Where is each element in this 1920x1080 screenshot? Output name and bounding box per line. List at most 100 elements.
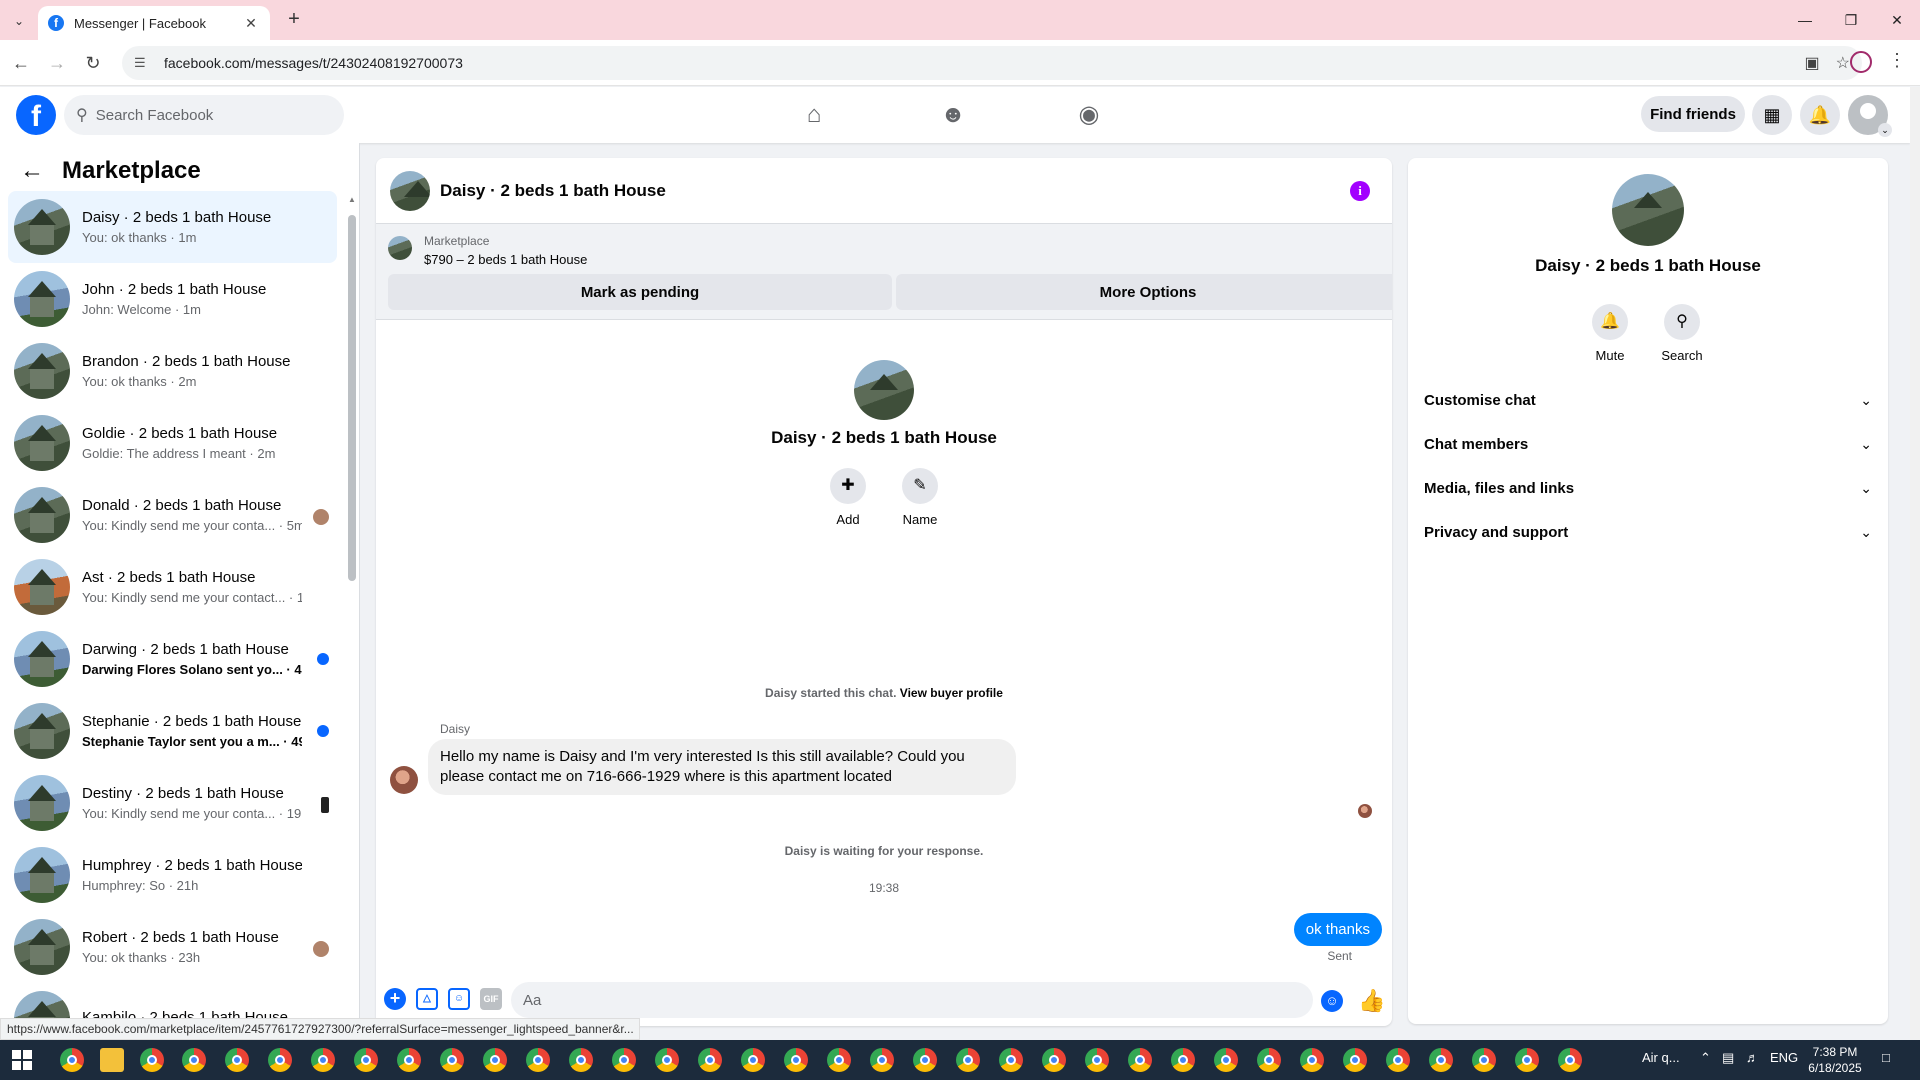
new-tab-plus-icon[interactable]: + <box>282 8 306 32</box>
list-item[interactable]: Daisy · 2 beds 1 bath House You: ok thank… <box>8 191 337 263</box>
tray-chevron-icon[interactable]: ⌃ <box>1700 1050 1711 1066</box>
chrome-icon[interactable] <box>1171 1048 1195 1072</box>
address-bar[interactable]: ☰ facebook.com/messages/t/24302408192700… <box>122 46 1862 80</box>
window-close-icon[interactable]: ✕ <box>1874 0 1920 40</box>
conversation-info-icon[interactable]: i <box>1350 181 1370 201</box>
info-name[interactable]: Daisy · 2 beds 1 bath House <box>1408 256 1888 276</box>
incoming-message[interactable]: Hello my name is Daisy and I'm very inte… <box>428 739 1016 795</box>
facebook-logo-icon[interactable]: f <box>16 95 56 135</box>
more-options-button[interactable]: More Options <box>896 274 1392 310</box>
url-text[interactable]: facebook.com/messages/t/2430240819270007… <box>164 55 1789 71</box>
weather-widget[interactable]: Air q... <box>1642 1050 1680 1065</box>
scroll-up-icon[interactable]: ▲ <box>348 195 356 204</box>
accordion-privacy-support[interactable]: Privacy and support ⌄ <box>1424 512 1880 552</box>
list-item[interactable]: John · 2 beds 1 bath House John: Welcome … <box>8 263 337 335</box>
list-item[interactable]: Robert · 2 beds 1 bath House You: ok than… <box>8 911 337 983</box>
home-icon[interactable]: ⌂ <box>794 97 834 133</box>
back-arrow-icon[interactable]: ← <box>20 157 44 185</box>
list-item[interactable]: Brandon · 2 beds 1 bath House You: ok tha… <box>8 335 337 407</box>
groups-icon[interactable]: ◉ <box>1069 97 1109 133</box>
chrome-icon[interactable] <box>569 1048 593 1072</box>
more-actions-plus-icon[interactable]: + <box>384 988 406 1010</box>
reload-icon[interactable]: ↻ <box>80 50 106 76</box>
chrome-icon[interactable] <box>1128 1048 1152 1072</box>
chrome-icon[interactable] <box>440 1048 464 1072</box>
thumbs-up-icon[interactable]: 👍 <box>1358 988 1385 1014</box>
list-item[interactable]: Humphrey · 2 beds 1 bath House Humphrey: … <box>8 839 337 911</box>
chrome-icon[interactable] <box>784 1048 808 1072</box>
listing-thumbnail[interactable] <box>388 236 412 260</box>
network-icon[interactable]: ▤ <box>1722 1050 1734 1066</box>
gif-icon[interactable]: GIF <box>480 988 502 1010</box>
file-explorer-icon[interactable] <box>100 1048 124 1072</box>
chrome-icon[interactable] <box>1257 1048 1281 1072</box>
chrome-icon[interactable] <box>60 1048 84 1072</box>
chrome-icon[interactable] <box>526 1048 550 1072</box>
chrome-icon[interactable] <box>612 1048 636 1072</box>
mark-as-pending-button[interactable]: Mark as pending <box>388 274 892 310</box>
account-chevron-icon[interactable]: ⌄ <box>1878 123 1892 137</box>
menu-grid-icon[interactable]: ▦ <box>1752 95 1792 135</box>
minimize-icon[interactable]: — <box>1782 0 1828 40</box>
chrome-icon[interactable] <box>225 1048 249 1072</box>
bookmark-star-icon[interactable]: ☆ <box>1836 53 1850 73</box>
list-item[interactable]: Destiny · 2 beds 1 bath House You: Kindly… <box>8 767 337 839</box>
chrome-icon[interactable] <box>655 1048 679 1072</box>
taskbar-clock[interactable]: 7:38 PM 6/18/2025 <box>1800 1044 1870 1076</box>
notifications-bell-icon[interactable]: 🔔 <box>1800 95 1840 135</box>
outgoing-message[interactable]: ok thanks <box>1293 913 1382 946</box>
view-buyer-profile-link[interactable]: View buyer profile <box>900 686 1003 700</box>
windows-start-icon[interactable] <box>12 1050 32 1070</box>
browser-profile-icon[interactable] <box>1850 51 1872 73</box>
notification-center-icon[interactable]: □ <box>1882 1050 1890 1065</box>
find-friends-button[interactable]: Find friends <box>1641 96 1745 132</box>
chrome-icon[interactable] <box>311 1048 335 1072</box>
mute-button[interactable]: 🔔 Mute <box>1580 304 1640 363</box>
site-info-icon[interactable]: ☰ <box>134 55 154 71</box>
volume-icon[interactable]: ♬ <box>1746 1050 1759 1065</box>
chrome-icon[interactable] <box>956 1048 980 1072</box>
list-item[interactable]: Goldie · 2 beds 1 bath House Goldie: The … <box>8 407 337 479</box>
message-input[interactable] <box>511 982 1313 1018</box>
edit-name-button[interactable]: ✎ Name <box>890 468 950 527</box>
friends-icon[interactable]: ☻ <box>933 97 973 133</box>
chrome-icon[interactable] <box>140 1048 164 1072</box>
accordion-media-files-links[interactable]: Media, files and links ⌄ <box>1424 468 1880 508</box>
chrome-icon[interactable] <box>268 1048 292 1072</box>
attach-photo-icon[interactable]: △ <box>416 988 438 1010</box>
chrome-icon[interactable] <box>354 1048 378 1072</box>
list-item[interactable]: Ast · 2 beds 1 bath House You: Kindly sen… <box>8 551 337 623</box>
back-arrow-icon[interactable]: ← <box>8 50 34 76</box>
list-item[interactable]: Stephanie · 2 beds 1 bath House Stephanie… <box>8 695 337 767</box>
chrome-icon[interactable] <box>182 1048 206 1072</box>
chrome-icon[interactable] <box>1343 1048 1367 1072</box>
chrome-icon[interactable] <box>1214 1048 1238 1072</box>
facebook-search[interactable]: ⚲ <box>64 95 344 135</box>
chrome-icon[interactable] <box>999 1048 1023 1072</box>
emoji-icon[interactable]: ☺ <box>1321 990 1343 1012</box>
list-item[interactable]: Donald · 2 beds 1 bath House You: Kindly … <box>8 479 337 551</box>
sender-avatar[interactable] <box>390 766 418 794</box>
install-app-icon[interactable]: ▣ <box>1805 53 1820 73</box>
forward-arrow-icon[interactable]: → <box>44 50 70 76</box>
facebook-search-input[interactable] <box>95 106 316 124</box>
browser-tab[interactable]: f Messenger | Facebook ✕ <box>38 6 270 40</box>
chrome-icon[interactable] <box>1300 1048 1324 1072</box>
chrome-icon[interactable] <box>1042 1048 1066 1072</box>
chrome-icon[interactable] <box>870 1048 894 1072</box>
accordion-chat-members[interactable]: Chat members ⌄ <box>1424 424 1880 464</box>
listing-price[interactable]: $790 – 2 beds 1 bath House <box>424 252 587 267</box>
chat-title[interactable]: Daisy · 2 beds 1 bath House <box>440 181 666 201</box>
info-avatar[interactable] <box>1612 174 1684 246</box>
sidebar-scroll-thumb[interactable] <box>348 215 356 581</box>
chrome-icon[interactable] <box>1386 1048 1410 1072</box>
tab-close-icon[interactable]: ✕ <box>242 15 260 32</box>
search-in-conversation-button[interactable]: ⚲ Search <box>1652 304 1712 363</box>
chrome-icon[interactable] <box>1429 1048 1453 1072</box>
chrome-icon[interactable] <box>698 1048 722 1072</box>
chrome-icon[interactable] <box>913 1048 937 1072</box>
sticker-icon[interactable]: ☺ <box>448 988 470 1010</box>
page-scrollbar[interactable] <box>1910 87 1920 1040</box>
accordion-customise-chat[interactable]: Customise chat ⌄ <box>1424 380 1880 420</box>
input-language[interactable]: ENG <box>1770 1050 1798 1065</box>
